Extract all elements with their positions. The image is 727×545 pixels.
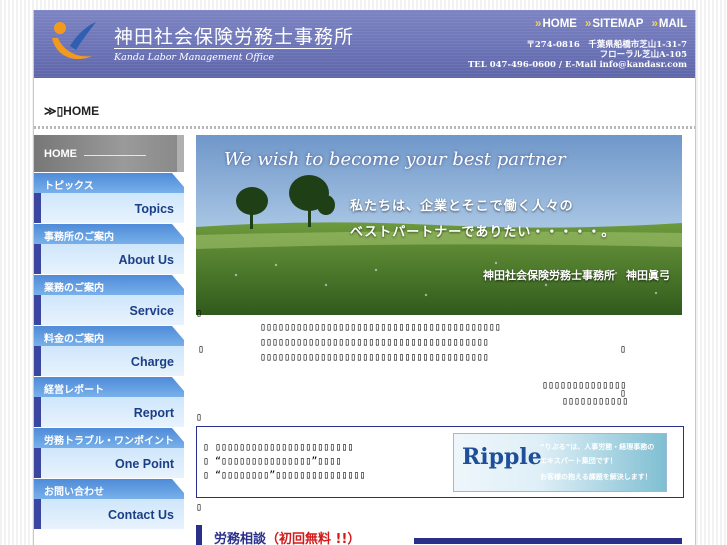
hero-message-line-1: 私たちは、企業とそこで働く人々の [350, 199, 574, 214]
page-container: 神田社会保険労務士事務所 Kanda Labor Management Offi… [33, 10, 696, 545]
title-underline [114, 48, 332, 49]
sidebar-item-en: Service [41, 295, 184, 325]
site-header: 神田社会保険労務士事務所 Kanda Labor Management Offi… [34, 10, 695, 78]
sidebar-item-jp: 事務所のご案内 [34, 224, 184, 244]
sidebar-item-en-label: About Us [118, 253, 174, 267]
topnav-mail-label: MAIL [658, 18, 687, 30]
address-line-2: フローラル芝山A-105 [599, 50, 687, 60]
home-underline [84, 155, 146, 156]
body-paragraph-line-3: ▯▯▯▯▯▯▯▯▯▯▯▯▯▯▯▯▯▯▯▯▯▯▯▯▯▯▯▯▯▯▯▯▯▯▯▯▯▯ [260, 352, 489, 363]
sidebar-item-jp-label: 業務のご案内 [44, 283, 104, 294]
sidebar-item-en: About Us [41, 244, 184, 274]
topnav-sitemap-label: SITEMAP [592, 18, 644, 30]
sidebar-item-jp-label: お問い合わせ [44, 487, 104, 498]
ripple-banner-text-1: “りぷる”は、人事労務・経理事務の [540, 443, 655, 451]
hero-banner: We wish to become your best partner 私たちは… [196, 135, 682, 315]
consult-free-label: （初回無料 !!） [266, 532, 361, 545]
sidebar-item-en-label: Report [133, 406, 174, 420]
sidebar-item-jp: 業務のご案内 [34, 275, 184, 295]
sidebar-item-jp: お問い合わせ [34, 479, 184, 499]
sidebar-item-en: Charge [41, 346, 184, 376]
sidebar-item-jp: トピックス [34, 173, 184, 193]
sidebar-item-jp-label: 事務所のご案内 [44, 232, 114, 243]
sidebar-item-jp-label: 労務トラブル・ワンポイント [44, 436, 174, 447]
sidebar-item-home-label: HOME [44, 148, 77, 160]
top-navigation: »HOME »SITEMAP »MAIL [535, 18, 687, 30]
body-left-mark: ▯ [198, 344, 205, 355]
body-signature-mark: ▯ [620, 388, 627, 399]
consult-heading-text: 労務相談（初回無料 !!） [214, 528, 360, 545]
consult-heading-rule [414, 538, 682, 544]
body-paragraph-line-2: ▯▯▯▯▯▯▯▯▯▯▯▯▯▯▯▯▯▯▯▯▯▯▯▯▯▯▯▯▯▯▯▯▯▯▯▯▯▯ [260, 337, 489, 348]
sidebar-item-home[interactable]: HOME [34, 135, 184, 172]
sidebar-item-charge[interactable]: 料金のご案内 Charge [34, 326, 184, 376]
address-line-3: TEL 047-496-0600 / E-Mail info@kandasr.c… [467, 60, 687, 70]
sidebar-item-one-point[interactable]: 労務トラブル・ワンポイント One Point [34, 428, 184, 478]
ripple-line-1: ▯ ▯▯▯▯▯▯▯▯▯▯▯▯▯▯▯▯▯▯▯▯▯▯▯ [203, 442, 354, 453]
topnav-sitemap[interactable]: »SITEMAP [585, 18, 644, 30]
body-paragraph-line-1: ▯▯▯▯▯▯▯▯▯▯▯▯▯▯▯▯▯▯▯▯▯▯▯▯▯▯▯▯▯▯▯▯▯▯▯▯▯▯▯▯ [260, 322, 501, 333]
double-arrow-icon: » [584, 18, 592, 30]
body-signature-line-2: ▯▯▯▯▯▯▯▯▯▯▯ [562, 396, 629, 407]
sidebar-item-jp: 料金のご案内 [34, 326, 184, 346]
sidebar-item-about-us[interactable]: 事務所のご案内 About Us [34, 224, 184, 274]
sidebar-item-en-label: Topics [134, 202, 174, 216]
body-right-mark: ▯ [620, 344, 627, 355]
sidebar-item-contact-us[interactable]: お問い合わせ Contact Us [34, 479, 184, 529]
ripple-logo-text: Ripple [462, 444, 542, 470]
breadcrumb-divider [34, 126, 695, 129]
ripple-text-lines: ▯ ▯▯▯▯▯▯▯▯▯▯▯▯▯▯▯▯▯▯▯▯▯▯▯ ▯ “▯▯▯▯▯▯▯▯▯▯▯… [203, 441, 366, 483]
sidebar-item-en-label: Charge [130, 355, 174, 369]
consult-label: 労務相談 [214, 532, 267, 545]
ripple-banner-link[interactable]: Ripple “りぷる”は、人事労務・経理事務の エキスパート集団です！ お客様… [453, 433, 667, 492]
double-arrow-icon: » [651, 18, 658, 30]
sidebar-item-en-label: Contact Us [108, 508, 174, 522]
consult-heading-bar [196, 525, 202, 545]
sidebar-item-en-label: One Point [114, 457, 174, 471]
sidebar-item-en: Topics [41, 193, 184, 223]
sidebar-item-topics[interactable]: トピックス Topics [34, 173, 184, 223]
address-line-1: 〒274-0816 千葉県船橋市芝山1-31-7 [526, 40, 687, 50]
topnav-mail[interactable]: »MAIL [651, 18, 687, 30]
body-signature-line-1: ▯▯▯▯▯▯▯▯▯▯▯▯▯▯ [542, 380, 627, 391]
double-arrow-icon: » [535, 18, 542, 30]
breadcrumb: ≫▯HOME [44, 104, 100, 118]
sidebar-item-en: Contact Us [41, 499, 184, 529]
sidebar-item-jp-label: 経営レポート [44, 385, 104, 396]
sidebar-item-jp-label: トピックス [44, 181, 94, 192]
body-stray-1: ▯ [196, 308, 203, 319]
sidebar-item-en: Report [41, 397, 184, 427]
sidebar-item-jp-label: 料金のご案内 [44, 334, 104, 345]
home-cap [177, 135, 184, 172]
sidebar-item-service[interactable]: 業務のご案内 Service [34, 275, 184, 325]
ripple-line-3: ▯ “▯▯▯▯▯▯▯▯”▯▯▯▯▯▯▯▯▯▯▯▯▯▯▯ [203, 470, 366, 481]
topnav-home[interactable]: »HOME [535, 18, 577, 30]
site-subtitle: Kanda Labor Management Office [114, 52, 274, 63]
body-stray-3: ▯ [196, 502, 203, 513]
consult-heading: 労務相談（初回無料 !!） [196, 525, 682, 545]
hero-tagline: We wish to become your best partner [224, 149, 566, 170]
address-block: 〒274-0816 千葉県船橋市芝山1-31-7 フローラル芝山A-105 TE… [427, 40, 687, 70]
sidebar-item-jp: 労務トラブル・ワンポイント [34, 428, 184, 448]
hero-message-line-2: ベストパートナーでありたい・・・・・。 [350, 225, 616, 240]
logo-icon[interactable] [46, 16, 98, 68]
ripple-line-2: ▯ “▯▯▯▯▯▯▯▯▯▯▯▯▯▯▯”▯▯▯▯ [203, 456, 342, 467]
site-title[interactable]: 神田社会保険労務士事務所 [114, 22, 354, 49]
hero-signature: 神田社会保険労務士事務所 神田眞弓 [483, 269, 670, 282]
topnav-home-label: HOME [542, 18, 577, 30]
sidebar-item-jp: 経営レポート [34, 377, 184, 397]
ripple-banner-text-2: エキスパート集団です！ [540, 457, 617, 465]
ripple-banner-text-3: お客様の抱える課題を解決します！ [540, 473, 652, 481]
sidebar-item-en-label: Service [129, 304, 174, 318]
body-stray-2: ▯ [196, 412, 203, 423]
sidebar-item-en: One Point [41, 448, 184, 478]
sidebar-item-report[interactable]: 経営レポート Report [34, 377, 184, 427]
ripple-info-box: ▯ ▯▯▯▯▯▯▯▯▯▯▯▯▯▯▯▯▯▯▯▯▯▯▯ ▯ “▯▯▯▯▯▯▯▯▯▯▯… [196, 426, 684, 498]
